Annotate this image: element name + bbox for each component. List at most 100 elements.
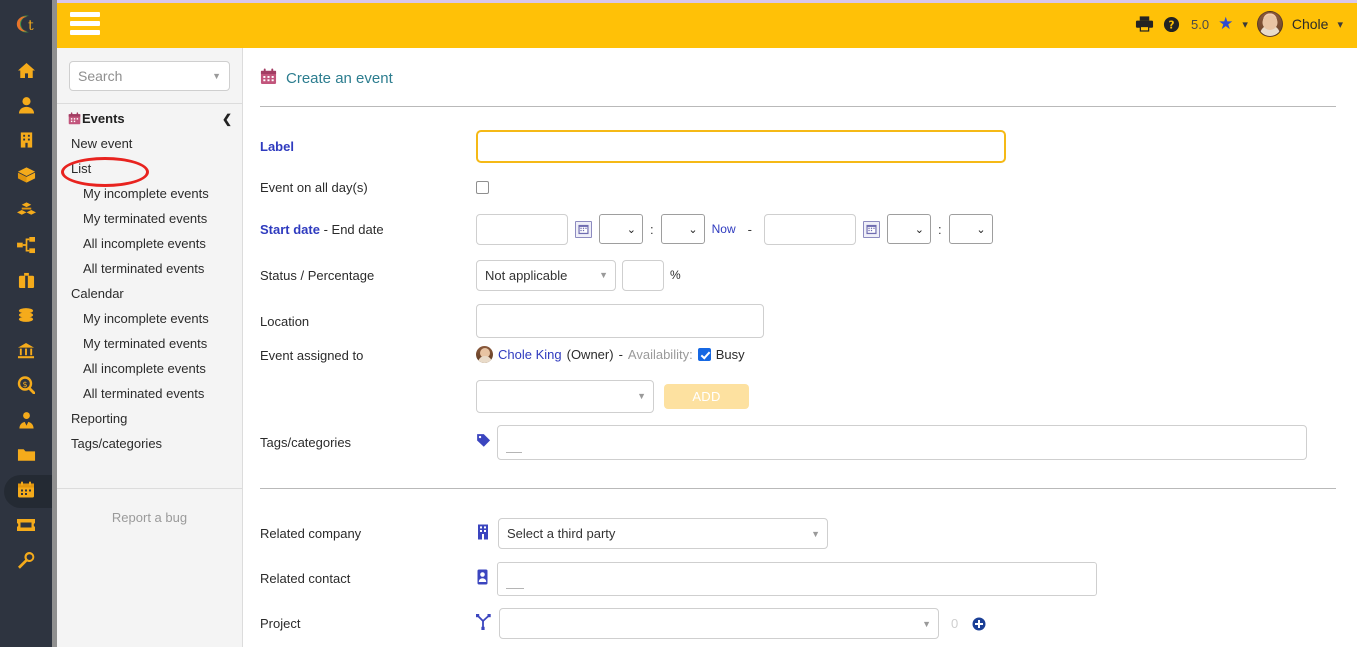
sidebar-item-list-all-incomplete[interactable]: All incomplete events bbox=[57, 231, 242, 256]
status-select-value: Not applicable bbox=[485, 267, 568, 283]
caret-down-icon[interactable]: ▼ bbox=[212, 71, 221, 81]
help-circle-icon[interactable]: ? bbox=[1163, 16, 1180, 33]
calendar-icon bbox=[17, 481, 35, 502]
sidebar-item-calendar-my-terminated[interactable]: My terminated events bbox=[57, 331, 242, 356]
form-row-dates: Start date - End date ⌄ : ⌄ Now - ⌄: ⌄ bbox=[260, 206, 1357, 252]
rail-item-accounting[interactable] bbox=[0, 334, 52, 369]
sidebar-item-list-my-incomplete[interactable]: My incomplete events bbox=[57, 181, 242, 206]
rail-item-home[interactable] bbox=[0, 54, 52, 89]
dates-label-separator: - bbox=[319, 221, 332, 237]
sidebar-section-title: Events bbox=[82, 111, 125, 126]
start-hour-select[interactable]: ⌄ bbox=[599, 214, 643, 244]
star-icon[interactable]: ★ bbox=[1218, 14, 1233, 34]
chevron-down-icon[interactable]: ▾ bbox=[1242, 18, 1248, 31]
brand-logo[interactable]: t bbox=[0, 0, 52, 48]
rail-item-financial[interactable]: $ bbox=[0, 369, 52, 404]
avatar[interactable] bbox=[1256, 11, 1283, 37]
sitemap-icon bbox=[16, 236, 36, 257]
rail-item-billing[interactable] bbox=[0, 299, 52, 334]
percentage-input[interactable] bbox=[622, 259, 664, 291]
cubes-icon bbox=[16, 201, 36, 222]
user-icon bbox=[18, 96, 35, 117]
project-select[interactable]: ▼ bbox=[499, 608, 939, 639]
form-row-assign-add: ▼ ADD bbox=[260, 374, 1357, 418]
rail-item-ticket[interactable] bbox=[0, 509, 52, 544]
start-minute-select[interactable]: ⌄ bbox=[660, 214, 705, 244]
availability-label: Availability: bbox=[627, 347, 693, 362]
search-dollar-icon: $ bbox=[17, 376, 36, 397]
coins-icon bbox=[17, 307, 35, 327]
assigned-user-link[interactable]: Chole King bbox=[498, 347, 562, 362]
end-hour-select[interactable]: ⌄ bbox=[886, 214, 931, 244]
sidebar-section-events: Events ❮ bbox=[57, 104, 242, 131]
rail-item-tools[interactable] bbox=[0, 544, 52, 579]
top-bar-actions: ? 5.0 ★ ▾ Chole ▾ bbox=[1135, 0, 1343, 48]
end-date-calendar-picker-icon[interactable] bbox=[862, 220, 880, 238]
form-row-assigned: Event assigned to Chole King (Owner) - A… bbox=[260, 344, 1357, 374]
report-bug-link[interactable]: Report a bug bbox=[57, 510, 242, 525]
user-menu-label[interactable]: Chole bbox=[1292, 16, 1329, 32]
assign-user-select[interactable]: ▼ bbox=[476, 379, 654, 413]
tags-input[interactable] bbox=[497, 424, 1307, 460]
tags-label: Tags/categories bbox=[260, 434, 352, 450]
sidebar-item-calendar-all-terminated[interactable]: All terminated events bbox=[57, 381, 242, 406]
all-day-checkbox[interactable] bbox=[476, 181, 489, 194]
page-title[interactable]: Create an event bbox=[286, 70, 393, 87]
sidebar-item-calendar-my-incomplete[interactable]: My incomplete events bbox=[57, 306, 242, 331]
assigned-separator: - bbox=[618, 347, 623, 362]
sidebar-item-list-my-terminated[interactable]: My terminated events bbox=[57, 206, 242, 231]
sidebar-item-reporting[interactable]: Reporting bbox=[57, 406, 242, 431]
label-field-label: Label bbox=[260, 138, 294, 154]
related-contact-control bbox=[476, 561, 1097, 596]
rail-item-hrm[interactable] bbox=[0, 404, 52, 439]
now-link[interactable]: Now bbox=[712, 222, 736, 236]
hamburger-icon[interactable] bbox=[70, 12, 100, 35]
form-row-all-day: Event on all day(s) bbox=[260, 169, 1357, 206]
rail-item-products[interactable] bbox=[0, 159, 52, 194]
printer-icon[interactable] bbox=[1135, 15, 1154, 33]
related-company-select[interactable]: Select a third party ▼ bbox=[498, 518, 828, 549]
rail-item-projects[interactable] bbox=[0, 229, 52, 264]
end-date-input[interactable] bbox=[763, 213, 856, 245]
sidebar-item-calendar-all-incomplete[interactable]: All incomplete events bbox=[57, 356, 242, 381]
sidebar-item-new-event[interactable]: New event bbox=[57, 131, 242, 156]
tags-control bbox=[476, 424, 1307, 460]
svg-text:?: ? bbox=[1169, 19, 1175, 31]
status-select[interactable]: Not applicable ▼ bbox=[476, 259, 616, 291]
form-row-status: Status / Percentage Not applicable ▼ % bbox=[260, 252, 1357, 298]
end-minute-select[interactable]: ⌄ bbox=[948, 214, 993, 244]
busy-checkbox[interactable] bbox=[697, 348, 711, 361]
chevron-left-icon[interactable]: ❮ bbox=[222, 112, 232, 126]
main-content: Create an event Label Event on all day(s… bbox=[243, 48, 1357, 647]
location-control bbox=[476, 304, 764, 338]
rail-item-third-parties[interactable] bbox=[0, 89, 52, 124]
rail-item-documents[interactable] bbox=[0, 439, 52, 474]
event-form: Label Event on all day(s) Start date - E… bbox=[243, 107, 1357, 466]
related-company-select-value: Select a third party bbox=[507, 526, 616, 541]
caret-down-icon: ▼ bbox=[599, 270, 608, 280]
user-chevron-down-icon[interactable]: ▾ bbox=[1337, 18, 1343, 31]
building-icon bbox=[18, 131, 35, 152]
sidebar-item-calendar[interactable]: Calendar bbox=[57, 281, 242, 306]
rail-item-mrp[interactable] bbox=[0, 194, 52, 229]
rail-item-commercial[interactable] bbox=[0, 264, 52, 299]
start-date-input[interactable] bbox=[476, 213, 568, 245]
location-input[interactable] bbox=[476, 304, 764, 338]
chevron-down-icon: ⌄ bbox=[914, 223, 924, 236]
rail-item-companies[interactable] bbox=[0, 124, 52, 159]
sidebar-item-tags-categories[interactable]: Tags/categories bbox=[57, 431, 242, 456]
contact-card-icon bbox=[476, 569, 489, 588]
start-date-calendar-picker-icon[interactable] bbox=[575, 220, 592, 238]
search-input[interactable] bbox=[70, 62, 229, 90]
related-contact-label: Related contact bbox=[260, 571, 351, 586]
rail-item-agenda[interactable] bbox=[0, 474, 58, 509]
label-input[interactable] bbox=[476, 129, 1006, 163]
sidebar-item-list[interactable]: List bbox=[57, 156, 242, 181]
search-box[interactable]: ▼ bbox=[69, 61, 230, 91]
ticket-icon bbox=[16, 517, 36, 536]
related-contact-input[interactable] bbox=[497, 561, 1097, 596]
add-assignee-button[interactable]: ADD bbox=[664, 383, 749, 409]
plus-circle-icon[interactable] bbox=[972, 617, 986, 631]
project-control: ▼ 0 bbox=[476, 608, 986, 639]
sidebar-item-list-all-terminated[interactable]: All terminated events bbox=[57, 256, 242, 281]
